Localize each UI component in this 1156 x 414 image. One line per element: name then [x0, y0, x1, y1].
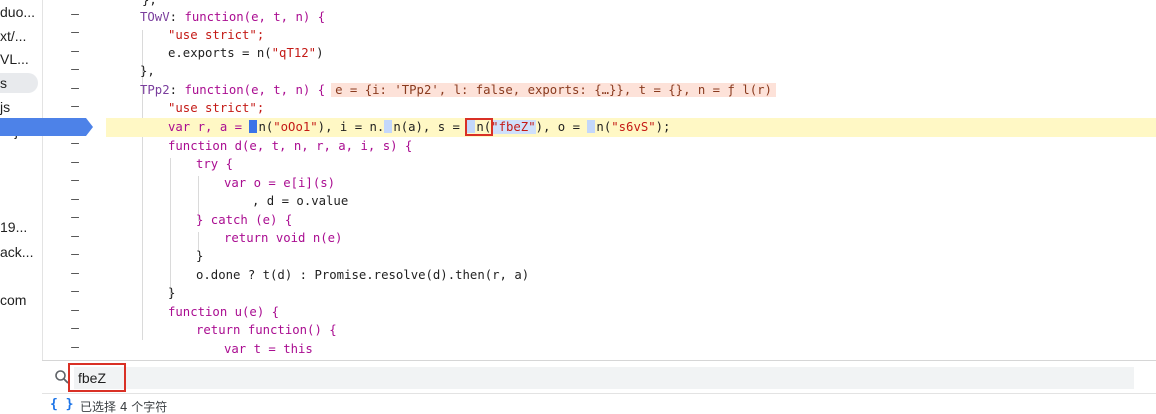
- search-bar: [42, 360, 1156, 392]
- code-text: var t = this: [224, 342, 313, 356]
- step-marker[interactable]: [467, 120, 476, 133]
- code-text: } catch (e) {: [196, 213, 293, 227]
- code-string: "oOo1": [273, 120, 318, 134]
- step-marker[interactable]: [384, 120, 393, 133]
- module-key: TOwV: [140, 10, 170, 24]
- gutter-mark[interactable]: –: [43, 172, 107, 190]
- code-line: o.done ? t(d) : Promise.resolve(d).then(…: [106, 266, 1156, 285]
- code-text: function(e, t, n) {: [184, 83, 326, 97]
- code-line: },: [106, 62, 1156, 81]
- code-editor[interactable]: }, TOwV: function(e, t, n) { "use strict…: [106, 0, 1156, 360]
- code-text: e.exports = n(: [168, 46, 272, 60]
- gutter-mark[interactable]: –: [43, 80, 107, 98]
- code-text: );: [655, 120, 671, 134]
- file-item[interactable]: com: [0, 290, 42, 310]
- file-item[interactable]: js: [0, 97, 42, 117]
- code-text: function u(e) {: [168, 305, 280, 319]
- step-marker[interactable]: [249, 120, 258, 133]
- code-text: n(: [258, 120, 274, 134]
- code-text: try {: [196, 157, 234, 171]
- gutter-mark[interactable]: –: [43, 246, 107, 264]
- code-line: , d = o.value: [106, 192, 1156, 211]
- code-text: o.done ? t(d) : Promise.resolve(d).then(…: [196, 268, 530, 282]
- breakpoint-marker[interactable]: [0, 117, 94, 137]
- code-text: ), i = n.: [317, 120, 385, 134]
- code-line: } catch (e) {: [106, 211, 1156, 230]
- status-bar: { } 已选择 4 个字符: [42, 393, 1156, 414]
- file-tree: duo... xt/... VL... s js ct.js 19... ack…: [0, 0, 42, 360]
- gutter-mark[interactable]: –: [43, 43, 107, 61]
- file-item[interactable]: 19...: [0, 217, 42, 237]
- code-line: "use strict";: [106, 99, 1156, 118]
- code-line: function d(e, t, n, r, a, i, s) {: [106, 137, 1156, 156]
- code-text: n(: [596, 120, 612, 134]
- code-text: "use strict";: [168, 28, 265, 42]
- code-text: function(e, t, n) {: [184, 10, 326, 24]
- search-highlight-box: [68, 363, 126, 392]
- gutter-mark[interactable]: –: [43, 191, 107, 209]
- code-text: }: [196, 249, 204, 263]
- code-string: "s6vS": [611, 120, 656, 134]
- code-line: TPp2: function(e, t, n) {e = {i: 'TPp2',…: [106, 81, 1156, 100]
- code-line: }: [106, 247, 1156, 266]
- code-text: var r, a =: [168, 120, 250, 134]
- code-text: var o = e[i](s): [224, 176, 336, 190]
- file-item[interactable]: xt/...: [0, 26, 42, 46]
- search-input[interactable]: [74, 367, 1134, 389]
- file-item[interactable]: duo...: [0, 2, 42, 22]
- gutter-mark[interactable]: –: [43, 339, 107, 357]
- code-line: var o = e[i](s): [106, 174, 1156, 193]
- code-text: n(: [476, 120, 492, 134]
- search-match: "fbeZ": [491, 120, 536, 134]
- code-text: }: [168, 286, 176, 300]
- code-line: e.exports = n("qT12"): [106, 44, 1156, 63]
- code-string: "qT12": [271, 46, 317, 60]
- module-key: TPp2: [140, 83, 170, 97]
- pretty-print-icon[interactable]: { }: [50, 397, 73, 412]
- gutter-mark[interactable]: –: [43, 302, 107, 320]
- gutter-mark[interactable]: –: [43, 24, 107, 42]
- gutter-mark[interactable]: –: [43, 6, 107, 24]
- gutter-mark[interactable]: –: [43, 265, 107, 283]
- gutter-mark[interactable]: –: [43, 228, 107, 246]
- file-item-selected[interactable]: s: [0, 73, 38, 93]
- code-text: },: [140, 64, 155, 78]
- code-line: function u(e) {: [106, 303, 1156, 322]
- step-marker[interactable]: [587, 120, 596, 133]
- code-text: function d(e, t, n, r, a, i, s) {: [168, 139, 413, 153]
- line-gutter[interactable]: – – – – – – – – – – – – – – – – – –: [42, 0, 106, 360]
- code-text: return void n(e): [224, 231, 343, 245]
- code-text: ): [316, 46, 324, 60]
- code-text: },: [142, 0, 157, 7]
- code-text: n(a), s =: [393, 120, 468, 134]
- file-item[interactable]: ack...: [0, 242, 42, 262]
- highlighted-call: n(: [465, 118, 494, 136]
- gutter-mark[interactable]: –: [43, 283, 107, 301]
- gutter-mark[interactable]: –: [43, 61, 107, 79]
- code-line: }: [106, 284, 1156, 303]
- code-text: , d = o.value: [252, 194, 349, 208]
- code-text: ), o =: [535, 120, 588, 134]
- code-text: "use strict";: [168, 101, 265, 115]
- gutter-mark[interactable]: –: [43, 98, 107, 116]
- breakpoint-arrow-icon: [0, 118, 93, 136]
- code-line: var t = this: [106, 340, 1156, 359]
- code-line: "use strict";: [106, 26, 1156, 45]
- gutter-mark[interactable]: –: [43, 154, 107, 172]
- code-line: TOwV: function(e, t, n) {: [140, 10, 326, 24]
- code-line: return function() {: [106, 321, 1156, 340]
- gutter-mark[interactable]: –: [43, 209, 107, 227]
- inline-scope-values[interactable]: e = {i: 'TPp2', l: false, exports: {…}},…: [331, 83, 776, 97]
- code-line: try {: [106, 155, 1156, 174]
- code-text: return function() {: [196, 323, 337, 337]
- file-item[interactable]: VL...: [0, 49, 42, 69]
- gutter-mark[interactable]: –: [43, 320, 107, 338]
- gutter-mark[interactable]: –: [43, 135, 107, 153]
- code-line: return void n(e): [106, 229, 1156, 248]
- code-line-paused: var r, a = n("oOo1"), i = n. n(a), s = n(…: [106, 118, 1156, 137]
- selection-status: 已选择 4 个字符: [80, 400, 168, 414]
